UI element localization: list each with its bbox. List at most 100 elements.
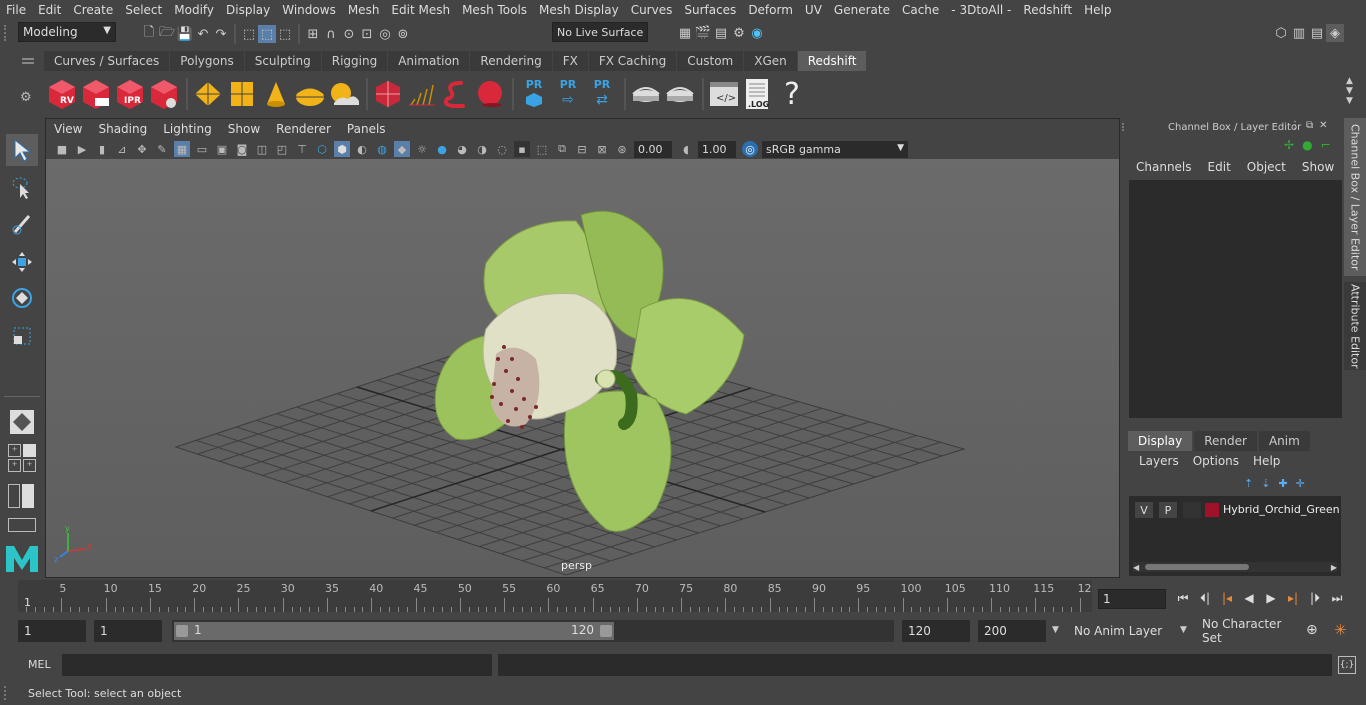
animation-preferences-icon[interactable]: ✳: [1334, 621, 1347, 639]
camera-attributes-icon[interactable]: ▶: [74, 141, 90, 157]
redshift-dome-light-button[interactable]: [294, 76, 326, 112]
textured-icon[interactable]: ◍: [374, 141, 390, 157]
smooth-shade-icon[interactable]: ⬢: [334, 141, 350, 157]
menu-help[interactable]: Help: [1078, 3, 1117, 17]
xray-icon[interactable]: ⬚: [534, 141, 550, 157]
layer-menu-help[interactable]: Help: [1246, 454, 1287, 472]
step-back-frame-icon[interactable]: |◂: [1216, 588, 1238, 608]
select-tool[interactable]: [6, 134, 38, 166]
exposure-icon[interactable]: ⊛: [614, 141, 630, 157]
layout-single-icon[interactable]: [23, 444, 36, 457]
redshift-help-button[interactable]: ?: [776, 76, 808, 112]
tab-attribute-editor[interactable]: Attribute Editor: [1344, 282, 1366, 370]
viewport-menu-lighting[interactable]: Lighting: [155, 122, 220, 136]
snap-point-icon[interactable]: ⊙: [340, 25, 358, 43]
xray-active-icon[interactable]: ⊟: [574, 141, 590, 157]
shelf-tab-sculpting[interactable]: Sculpting: [244, 51, 322, 71]
mode-selector[interactable]: Modeling ▼: [18, 22, 116, 42]
channel-box-list[interactable]: [1129, 180, 1342, 418]
snap-grid-icon[interactable]: ⊞: [304, 25, 322, 43]
layer-playback-toggle[interactable]: P: [1159, 502, 1177, 518]
motion-blur-icon[interactable]: ◕: [454, 141, 470, 157]
wireframe-on-shaded-icon[interactable]: ◐: [354, 141, 370, 157]
redshift-ipr-button[interactable]: IPR: [114, 76, 146, 112]
new-scene-icon[interactable]: 🗋: [140, 25, 158, 43]
film-gate-icon[interactable]: ▭: [194, 141, 210, 157]
menu-generate[interactable]: Generate: [828, 3, 896, 17]
help-grip-handle[interactable]: [4, 686, 12, 700]
channel-box-toggle-icon[interactable]: ▥: [1290, 24, 1308, 42]
redshift-pr-swap-button[interactable]: PR ⇄: [586, 76, 618, 112]
keyframe-icon[interactable]: ●: [1302, 138, 1312, 152]
menu-cache[interactable]: Cache: [896, 3, 945, 17]
save-scene-icon[interactable]: 💾: [176, 25, 194, 43]
gate-mask-icon[interactable]: ◙: [234, 141, 250, 157]
cb-menu-edit[interactable]: Edit: [1200, 160, 1239, 178]
render-settings-icon[interactable]: ⚙: [730, 24, 748, 42]
redshift-render-sequence-button[interactable]: [80, 76, 112, 112]
redshift-pr-box-button[interactable]: PR: [518, 76, 550, 112]
shelf-menu-icon[interactable]: [22, 58, 34, 64]
menu-mesh-display[interactable]: Mesh Display: [533, 3, 625, 17]
range-slider[interactable]: 1 120: [172, 620, 894, 642]
layer-row[interactable]: V P Hybrid_Orchid_Green: [1129, 496, 1341, 524]
depth-of-field-icon[interactable]: ◌: [494, 141, 510, 157]
command-input[interactable]: [62, 654, 492, 676]
axis-icon[interactable]: ✢: [1284, 138, 1294, 152]
move-layer-up-icon[interactable]: ⇡: [1244, 477, 1253, 490]
menu-deform[interactable]: Deform: [742, 3, 799, 17]
layer-menu-options[interactable]: Options: [1186, 454, 1246, 472]
scroll-right-icon[interactable]: ▶: [1331, 563, 1337, 572]
undo-icon[interactable]: ↶: [194, 25, 212, 43]
script-editor-icon[interactable]: {;}: [1338, 656, 1356, 674]
modeling-toolkit-icon[interactable]: ⬡: [1272, 24, 1290, 42]
scale-tool[interactable]: [6, 320, 38, 352]
exposure-field[interactable]: 0.00: [634, 140, 672, 158]
viewport-menu-shading[interactable]: Shading: [90, 122, 155, 136]
snap-curve-icon[interactable]: ∩: [322, 25, 340, 43]
viewport-menu-show[interactable]: Show: [220, 122, 268, 136]
step-forward-key-icon[interactable]: |⏵: [1304, 588, 1326, 608]
snap-view-icon[interactable]: ⊡: [358, 25, 376, 43]
new-layer-selected-icon[interactable]: ✛: [1296, 477, 1305, 490]
select-camera-icon[interactable]: ■: [54, 141, 70, 157]
redshift-portal-light-button[interactable]: [226, 76, 258, 112]
redshift-sphere-button[interactable]: [474, 76, 506, 112]
animation-end-field[interactable]: 200: [978, 620, 1046, 642]
redshift-proxy-button[interactable]: [372, 76, 404, 112]
persp-panel-icon[interactable]: [22, 484, 34, 508]
play-backward-icon[interactable]: ◀: [1238, 588, 1260, 608]
open-scene-icon[interactable]: 🗁: [158, 25, 176, 43]
menu-mesh-tools[interactable]: Mesh Tools: [456, 3, 533, 17]
isolate-select-icon[interactable]: ▪: [514, 141, 530, 157]
scrollbar-thumb[interactable]: [1145, 564, 1249, 570]
select-component-icon[interactable]: ⬚: [276, 25, 294, 43]
range-start-handle[interactable]: [176, 625, 188, 637]
anim-layer-select[interactable]: No Anim Layer: [1068, 620, 1172, 642]
animation-start-field[interactable]: 1: [18, 620, 86, 642]
gamma-icon[interactable]: ◖: [678, 141, 694, 157]
step-forward-frame-icon[interactable]: ▸|: [1282, 588, 1304, 608]
bookmark-icon[interactable]: ▮: [94, 141, 110, 157]
persp-viewport-canvas[interactable]: x y z persp: [46, 159, 1119, 577]
close-panel-icon[interactable]: ✕: [1319, 120, 1327, 131]
ambient-occlusion-icon[interactable]: ●: [434, 141, 450, 157]
render-frame-icon[interactable]: 🎬: [694, 24, 712, 42]
hypershade-icon[interactable]: ◉: [748, 24, 766, 42]
image-plane-icon[interactable]: ⊿: [114, 141, 130, 157]
menu-surfaces[interactable]: Surfaces: [678, 3, 742, 17]
tab-channel-box[interactable]: Channel Box / Layer Editor: [1344, 118, 1366, 276]
rotate-tool[interactable]: [6, 282, 38, 314]
redshift-bake-set-button[interactable]: [664, 76, 696, 112]
redshift-render-view-button[interactable]: RV: [46, 76, 78, 112]
time-slider[interactable]: 5 10 15 20 25 30 35 40 45 50 55 60 65 70 75 80 85 90 95 100…: [18, 580, 1092, 612]
layout-four-icon[interactable]: +: [8, 444, 21, 457]
safe-action-icon[interactable]: ◰: [274, 141, 290, 157]
menu-create[interactable]: Create: [67, 3, 119, 17]
layer-horizontal-scrollbar[interactable]: ◀ ▶: [1133, 562, 1337, 572]
new-empty-layer-icon[interactable]: ✚: [1278, 477, 1287, 490]
layer-menu-layers[interactable]: Layers: [1132, 454, 1186, 472]
ipr-render-icon[interactable]: ▤: [712, 24, 730, 42]
grid-toggle-icon[interactable]: ▦: [174, 141, 190, 157]
view-transform-select[interactable]: sRGB gamma ▼: [762, 140, 908, 158]
